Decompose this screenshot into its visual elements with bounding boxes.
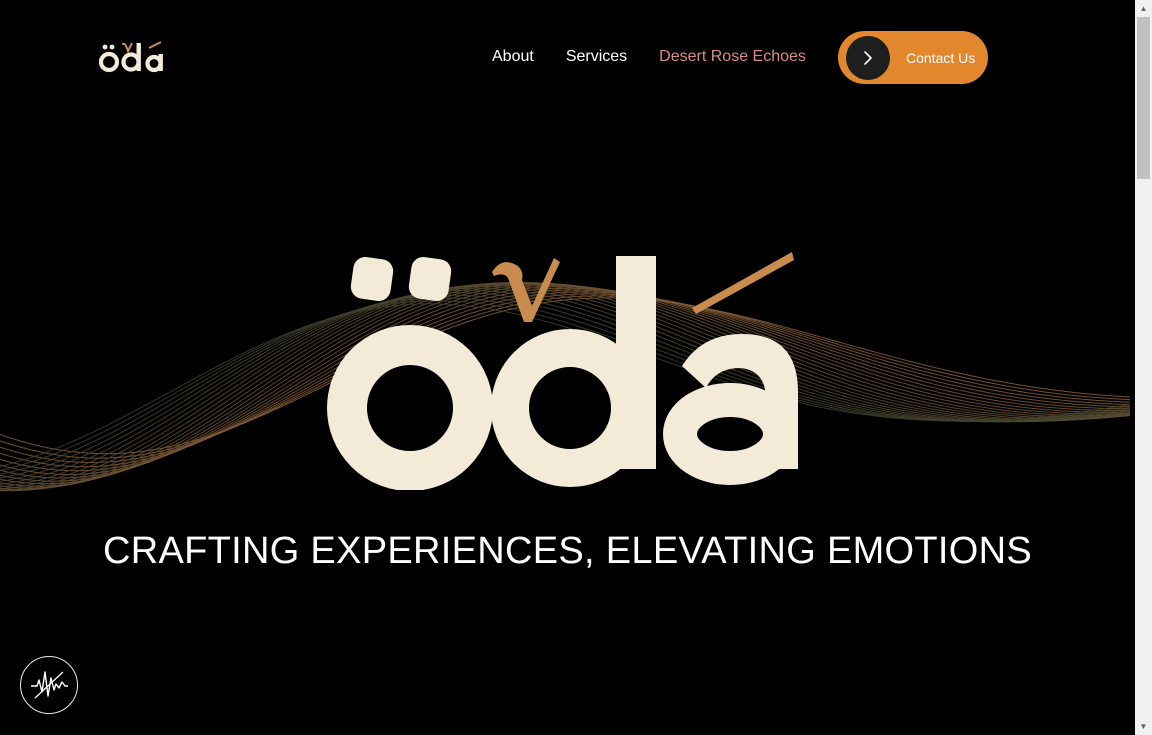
nav-link-about[interactable]: About (492, 47, 534, 67)
vertical-scrollbar[interactable]: ▲ ▼ (1135, 0, 1152, 735)
page: About Services Desert Rose Echoes Contac… (0, 0, 1135, 735)
sound-toggle-button[interactable] (20, 656, 78, 714)
scroll-up-arrow-icon[interactable]: ▲ (1135, 0, 1152, 17)
scrollbar-thumb[interactable] (1137, 17, 1150, 179)
main-nav: About Services Desert Rose Echoes (492, 47, 806, 67)
header-logo[interactable] (99, 38, 167, 76)
chevron-right-icon (846, 35, 890, 80)
sound-wave-icon (31, 671, 68, 699)
nav-link-services[interactable]: Services (566, 47, 627, 67)
hero-tagline: CRAFTING EXPERIENCES, ELEVATING EMOTIONS (102, 530, 1033, 572)
scroll-down-arrow-icon[interactable]: ▼ (1135, 718, 1152, 735)
contact-us-label: Contact Us (906, 49, 976, 66)
nav-link-desert-rose-echoes[interactable]: Desert Rose Echoes (659, 47, 806, 67)
hero-logo (327, 252, 798, 490)
contact-us-button[interactable]: Contact Us (838, 31, 988, 84)
